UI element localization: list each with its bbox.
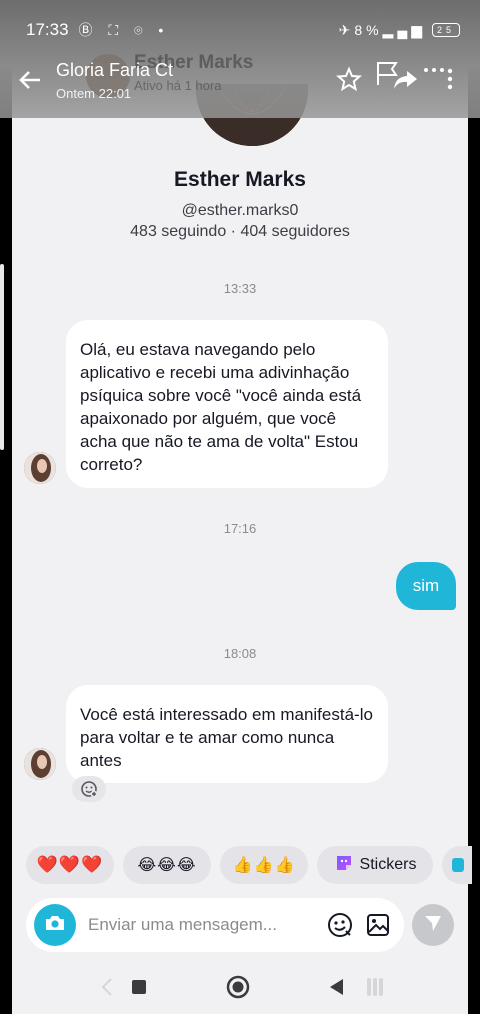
sticker-icon [334,853,354,878]
status-bar: 17:33 Ⓑ ⛶ ⌾ • ✈ 8% ▂▄▆ 25 [26,18,460,42]
send-button[interactable] [412,904,454,946]
status-system-icons: ✈ 8% ▂▄▆ 25 [339,22,460,39]
quick-reaction-hearts[interactable]: ❤️❤️❤️ [26,846,114,884]
status-time: 17:33 [26,20,69,39]
message-text: sim [412,576,440,595]
camera-icon [44,914,66,937]
quick-reactions: ❤️❤️❤️ 😂😂😂 👍👍👍 Stickers [26,846,472,884]
profile-name[interactable]: Esther Marks [0,168,480,192]
back-icon[interactable] [324,974,350,1000]
profile-stats: 483 seguindo · 404 seguidores [130,223,350,240]
timestamp: 17:16 [223,521,257,536]
send-icon [422,912,444,939]
system-nav-bar [0,960,480,1014]
more-vertical-icon[interactable] [444,66,456,96]
overlay-title-row: Esther Marks Ativo há 1 hora Gloria Fari… [0,52,480,108]
video-overlay-header: 17:33 Ⓑ ⛶ ⌾ • ✈ 8% ▂▄▆ 25 Esther Marks A… [0,0,480,118]
recents-icon[interactable] [126,974,152,1000]
stickers-label: Stickers [359,856,417,873]
wifi-icon: ✈ [338,21,355,38]
message-bubble-outgoing[interactable]: sim [396,562,456,610]
overlay-title: Gloria Faria Ct [56,60,174,80]
battery-icon: 25 [432,23,460,37]
message-bubble-incoming[interactable]: Você está interessado em manifestá-lo pa… [66,685,388,783]
sender-avatar[interactable] [24,748,56,780]
back-arrow-icon[interactable] [16,66,44,94]
message-bubble-incoming[interactable]: Olá, eu estava navegando pelo aplicativo… [66,320,388,488]
star-icon[interactable] [334,64,364,94]
message-composer [26,898,404,952]
message-text: Olá, eu estava navegando pelo aplicativo… [80,340,362,474]
quick-reaction-thumbs[interactable]: 👍👍👍 [220,846,308,884]
overlay-subtitle: Ontem 22:01 [56,86,132,101]
nav-back-ghost-icon [94,974,120,1000]
signal-icon: ▂▄▆ [382,21,426,38]
camera-button[interactable] [34,904,76,946]
timestamp: 13:33 [223,281,257,296]
battery-percent: 8% [354,22,383,38]
status-notification-icons: Ⓑ ⛶ ⌾ • [78,22,170,38]
menu-ghost-icon [362,974,388,1000]
share-icon[interactable] [390,64,420,94]
image-icon[interactable] [364,911,392,939]
timestamp: 18:08 [223,646,257,661]
message-text: Você está interessado em manifestá-lo pa… [80,705,373,770]
more-chip[interactable] [442,846,472,884]
sender-avatar[interactable] [24,452,56,484]
emoji-icon[interactable] [326,911,354,939]
message-input[interactable] [88,912,288,938]
reaction-add-icon[interactable] [72,776,106,802]
quick-reaction-laughs[interactable]: 😂😂😂 [123,846,211,884]
profile-handle: @esther.marks0 [181,202,299,219]
home-icon[interactable] [225,974,251,1000]
stickers-button[interactable]: Stickers [317,846,433,884]
